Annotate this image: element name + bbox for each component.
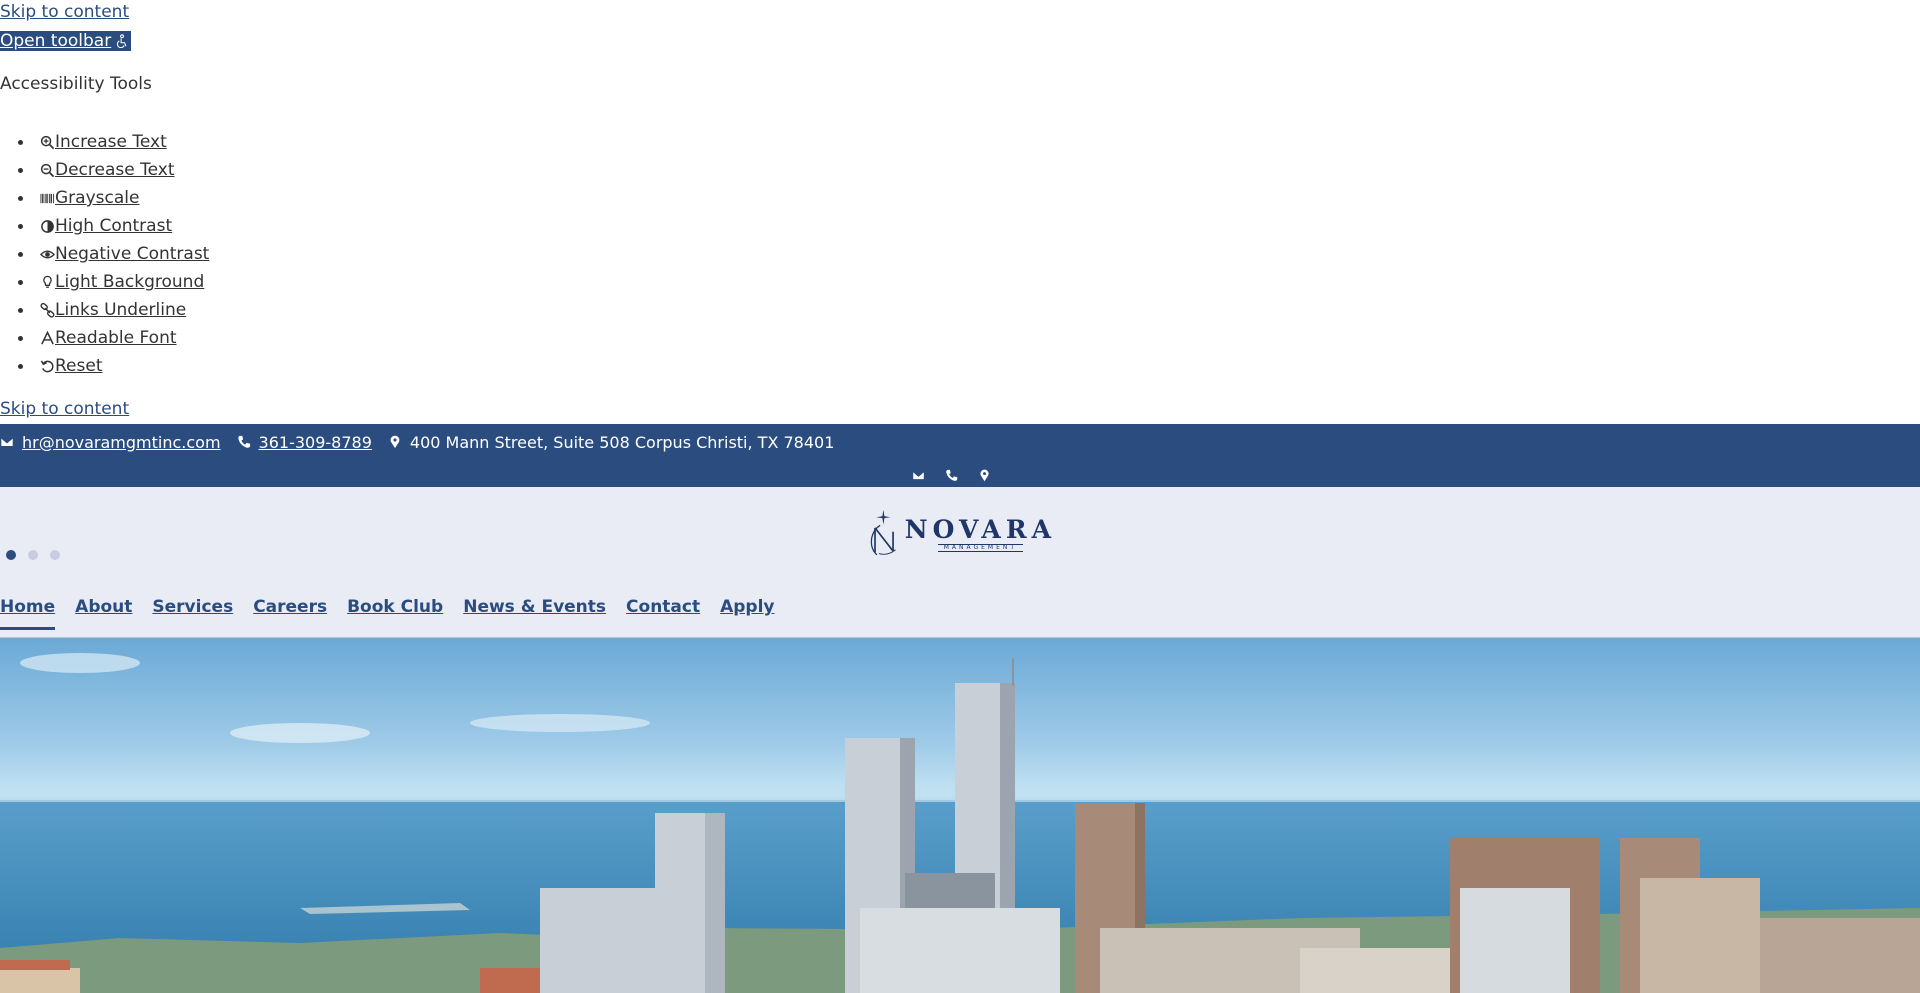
- map-pin-icon[interactable]: [978, 469, 991, 482]
- barcode-icon: [40, 191, 55, 206]
- contrast-icon: [40, 219, 55, 234]
- phone-icon: [237, 435, 250, 448]
- link-icon: [40, 302, 55, 318]
- slider-dot-3[interactable]: [50, 550, 60, 560]
- a11y-item-light-background[interactable]: Light Background: [0, 268, 209, 296]
- slider-dot-2[interactable]: [28, 550, 38, 560]
- nav-home[interactable]: Home: [0, 599, 56, 630]
- site-header: NOVARA MANAGEMENT Home About Services Ca…: [0, 487, 1920, 638]
- nav-careers[interactable]: Careers: [253, 599, 327, 616]
- a11y-item-label: Readable Font: [55, 328, 177, 348]
- eye-icon: [40, 247, 55, 262]
- main-nav: Home About Services Careers Book Club Ne…: [0, 599, 795, 637]
- nav-apply[interactable]: Apply: [720, 599, 774, 616]
- site-logo[interactable]: NOVARA MANAGEMENT: [866, 493, 1056, 573]
- phone-link[interactable]: 361-309-8789: [237, 433, 372, 452]
- email-text: hr@novaramgmtinc.com: [22, 432, 221, 452]
- nav-contact[interactable]: Contact: [626, 599, 700, 616]
- accessibility-tools-heading: Accessibility Tools: [0, 74, 152, 94]
- map-pin-icon: [390, 435, 400, 449]
- zoom-out-icon: [40, 163, 55, 178]
- a11y-item-negative-contrast[interactable]: Negative Contrast: [0, 240, 209, 268]
- phone-icon[interactable]: [945, 469, 958, 482]
- a11y-item-reset[interactable]: Reset: [0, 352, 209, 380]
- contact-info-row: hr@novaramgmtinc.com 361-309-8789 400 Ma…: [0, 428, 850, 456]
- city-skyline-illustration: [0, 653, 1920, 993]
- hero-image: [0, 638, 1920, 993]
- contact-topbar: hr@novaramgmtinc.com 361-309-8789 400 Ma…: [0, 424, 1920, 487]
- nav-about[interactable]: About: [75, 599, 132, 616]
- nav-services[interactable]: Services: [152, 599, 233, 616]
- a11y-item-readable-font[interactable]: Readable Font: [0, 324, 209, 352]
- a11y-item-high-contrast[interactable]: High Contrast: [0, 212, 209, 240]
- open-toolbar-button[interactable]: Open toolbar: [0, 31, 132, 51]
- a11y-item-label: Links Underline: [55, 300, 187, 320]
- novara-logo-mark: [870, 509, 896, 556]
- a11y-item-label: Increase Text: [55, 132, 167, 152]
- a11y-item-label: High Contrast: [55, 216, 173, 236]
- nav-book-club[interactable]: Book Club: [347, 599, 443, 616]
- accessibility-tools-list: Increase Text Decrease Text Grayscale Hi…: [0, 128, 209, 380]
- zoom-in-icon: [40, 135, 55, 150]
- logo-wordmark: NOVARA MANAGEMENT: [905, 515, 1056, 552]
- skip-to-content-link-secondary[interactable]: Skip to content: [0, 401, 129, 418]
- phone-text: 361-309-8789: [258, 432, 372, 452]
- envelope-icon: [0, 437, 14, 447]
- a11y-item-label: Grayscale: [55, 188, 140, 208]
- reset-icon: [40, 359, 55, 374]
- a11y-item-label: Decrease Text: [55, 160, 175, 180]
- a11y-item-links-underline[interactable]: Links Underline: [0, 296, 209, 324]
- a11y-item-label: Reset: [55, 356, 103, 376]
- a11y-item-decrease-text[interactable]: Decrease Text: [0, 156, 209, 184]
- address-item: 400 Mann Street, Suite 508 Corpus Christ…: [388, 432, 835, 452]
- open-toolbar-label: Open toolbar: [0, 31, 112, 51]
- font-icon: [40, 330, 55, 346]
- envelope-icon[interactable]: [912, 469, 925, 482]
- email-link[interactable]: hr@novaramgmtinc.com: [0, 433, 221, 452]
- a11y-item-grayscale[interactable]: Grayscale: [0, 184, 209, 212]
- logo-sub-text: MANAGEMENT: [937, 543, 1024, 552]
- slider-dots: [6, 550, 60, 560]
- lightbulb-icon: [40, 275, 55, 290]
- a11y-item-increase-text[interactable]: Increase Text: [0, 128, 209, 156]
- a11y-item-label: Light Background: [55, 272, 205, 292]
- slider-dot-1[interactable]: [6, 550, 16, 560]
- skip-to-content-link[interactable]: Skip to content: [0, 4, 129, 21]
- a11y-item-label: Negative Contrast: [55, 244, 210, 264]
- address-text: 400 Mann Street, Suite 508 Corpus Christ…: [409, 432, 835, 452]
- logo-brand-text: NOVARA: [904, 514, 1056, 544]
- contact-icons-mobile: [912, 469, 991, 482]
- nav-news-events[interactable]: News & Events: [463, 599, 606, 616]
- wheelchair-icon: [117, 34, 127, 48]
